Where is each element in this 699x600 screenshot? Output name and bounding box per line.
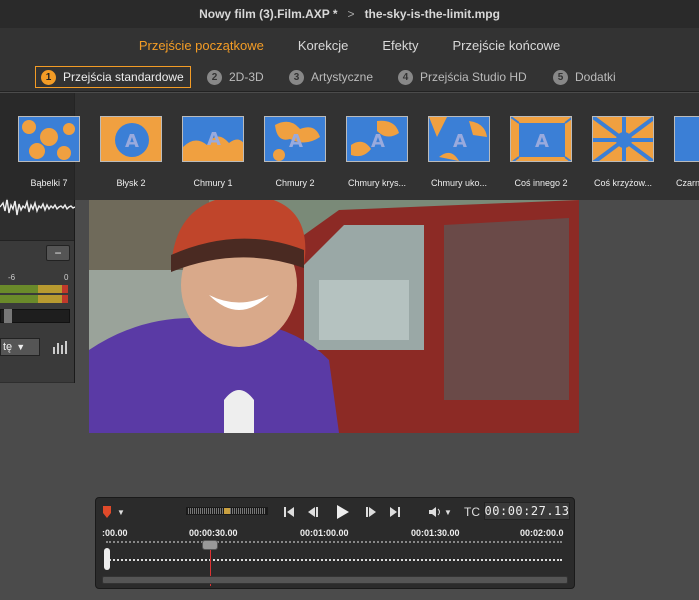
subtab-number: 5	[553, 69, 568, 85]
tab-end-transition[interactable]: Przejście końcowe	[453, 38, 561, 53]
thumb-label: Czarn	[676, 178, 699, 188]
video-frame-image	[89, 200, 579, 433]
ruler-tick: 00:01:30.00	[411, 528, 460, 538]
title-bar: Nowy film (3).Film.AXP * > the-sky-is-th…	[0, 0, 699, 28]
marker-menu-chevron-icon[interactable]: ▼	[116, 504, 126, 520]
thumb-label: Coś krzyżow...	[593, 178, 652, 188]
subtab-artistic[interactable]: 3 Artystyczne	[289, 66, 373, 88]
chevron-down-icon: ▼	[444, 507, 452, 517]
app-window: Nowy film (3).Film.AXP * > the-sky-is-th…	[0, 0, 699, 600]
equalizer-icon[interactable]	[52, 340, 70, 354]
subtab-label: Przejścia standardowe	[63, 70, 184, 84]
jog-shuttle[interactable]	[186, 507, 268, 515]
level-meter-left-clip	[62, 285, 68, 293]
level-meter-right-clip	[62, 295, 68, 303]
timeline-start-handle[interactable]	[104, 548, 110, 570]
ruler-minor-ticks	[106, 541, 562, 545]
transition-thumb-babelki-7[interactable]	[18, 116, 80, 162]
svg-text:A: A	[453, 131, 467, 152]
collapse-mixer-button[interactable]: −	[46, 245, 70, 261]
video-preview[interactable]	[89, 200, 579, 433]
thumb-label: Bąbelki 7	[30, 178, 68, 188]
subtab-number: 2	[207, 69, 222, 85]
subtab-studio-hd[interactable]: 4 Przejścia Studio HD	[398, 66, 527, 88]
ruler-tick: 00:00:30.00	[189, 528, 238, 538]
svg-text:A: A	[535, 131, 549, 152]
timeline-ruler[interactable]: :00.00 00:00:30.00 00:01:00.00 00:01:30.…	[102, 528, 570, 586]
marker-icon[interactable]	[102, 504, 112, 520]
transition-thumbnail-strip: Bąbelki 7 A Błysk 2 A Chmury 1 A Chmury …	[0, 93, 699, 200]
timeline-scrollbar[interactable]	[102, 576, 568, 584]
volume-icon[interactable]: ▼	[426, 504, 454, 520]
transition-thumb-czarn[interactable]	[674, 116, 699, 162]
level-meter-right	[0, 295, 38, 303]
audio-mode-dropdown[interactable]: tę ▼	[0, 338, 40, 356]
subtab-label: Przejścia Studio HD	[420, 70, 527, 84]
svg-text:A: A	[371, 131, 385, 152]
transition-subtabs: 1 Przejścia standardowe 2 2D-3D 3 Artyst…	[0, 62, 699, 92]
project-name: Nowy film (3).Film.AXP *	[199, 7, 338, 21]
volume-slider-thumb[interactable]	[4, 309, 12, 323]
thumb-label: Chmury 2	[275, 178, 315, 188]
clip-name[interactable]: the-sky-is-the-limit.mpg	[365, 7, 500, 21]
go-to-end-icon[interactable]	[388, 504, 402, 520]
tab-corrections[interactable]: Korekcje	[298, 38, 349, 53]
play-icon[interactable]	[334, 504, 352, 520]
svg-text:A: A	[125, 131, 139, 152]
level-meter-left-peak	[38, 285, 62, 293]
subtab-2d-3d[interactable]: 2 2D-3D	[207, 66, 264, 88]
subtab-label: 2D-3D	[229, 70, 264, 84]
dropdown-value: tę	[3, 341, 13, 353]
subtab-label: Dodatki	[575, 70, 616, 84]
tab-effects[interactable]: Efekty	[382, 38, 418, 53]
transition-thumb-chmury-uko[interactable]: A	[428, 116, 490, 162]
level-meter-right-peak	[38, 295, 62, 303]
meter-scale-mid: -6	[8, 273, 16, 282]
playback-controls: ▼ ▼ TC 00:00:27.13:00.00 00:00:30.00 00…	[95, 497, 575, 589]
tab-start-transition[interactable]: Przejście początkowe	[139, 38, 264, 53]
step-back-icon[interactable]	[306, 504, 320, 520]
step-forward-icon[interactable]	[364, 504, 378, 520]
subtab-number: 4	[398, 69, 413, 85]
svg-text:A: A	[207, 129, 221, 150]
thumb-label: Coś innego 2	[514, 178, 568, 188]
ruler-tick: 00:01:00.00	[300, 528, 349, 538]
playhead-handle[interactable]	[202, 540, 218, 550]
category-tabs: Przejście początkowe Korekcje Efekty Prz…	[0, 28, 699, 62]
transition-thumb-chmury-2[interactable]: A	[264, 116, 326, 162]
svg-text:A: A	[289, 131, 303, 152]
thumb-label: Chmury krys...	[347, 178, 406, 188]
subtab-extras[interactable]: 5 Dodatki	[553, 66, 616, 88]
chevron-down-icon: ▼	[16, 342, 26, 352]
transition-thumb-cos-krzyzow[interactable]	[592, 116, 654, 162]
subtab-standard[interactable]: 1 Przejścia standardowe	[35, 66, 191, 88]
timecode-label: TC	[464, 505, 480, 519]
subtab-number: 1	[41, 69, 56, 85]
transition-thumb-cos-innego-2[interactable]: A	[510, 116, 572, 162]
level-meter-left	[0, 285, 38, 293]
timeline-track	[106, 559, 562, 561]
workspace: − -6 0 tę ▼ Bąbelki 7 A Błysk 2 A Chmury…	[0, 93, 699, 600]
meter-scale-zero: 0	[64, 273, 69, 282]
transition-thumb-chmury-1[interactable]: A	[182, 116, 244, 162]
go-to-start-icon[interactable]	[282, 504, 296, 520]
thumb-label: Chmury 1	[193, 178, 233, 188]
subtab-label: Artystyczne	[311, 70, 374, 84]
audio-mixer: − -6 0 tę ▼	[0, 240, 74, 382]
transition-thumb-chmury-krys[interactable]: A	[346, 116, 408, 162]
thumb-label: Chmury uko...	[430, 178, 488, 188]
subtab-number: 3	[289, 69, 304, 85]
transition-thumb-blysk-2[interactable]: A	[100, 116, 162, 162]
ruler-tick: 00:02:00.0	[520, 528, 564, 538]
thumb-label: Błysk 2	[116, 178, 146, 188]
ruler-tick: :00.00	[102, 528, 128, 538]
timecode-field[interactable]: 00:00:27.13	[484, 502, 570, 520]
breadcrumb-separator: >	[347, 7, 355, 21]
